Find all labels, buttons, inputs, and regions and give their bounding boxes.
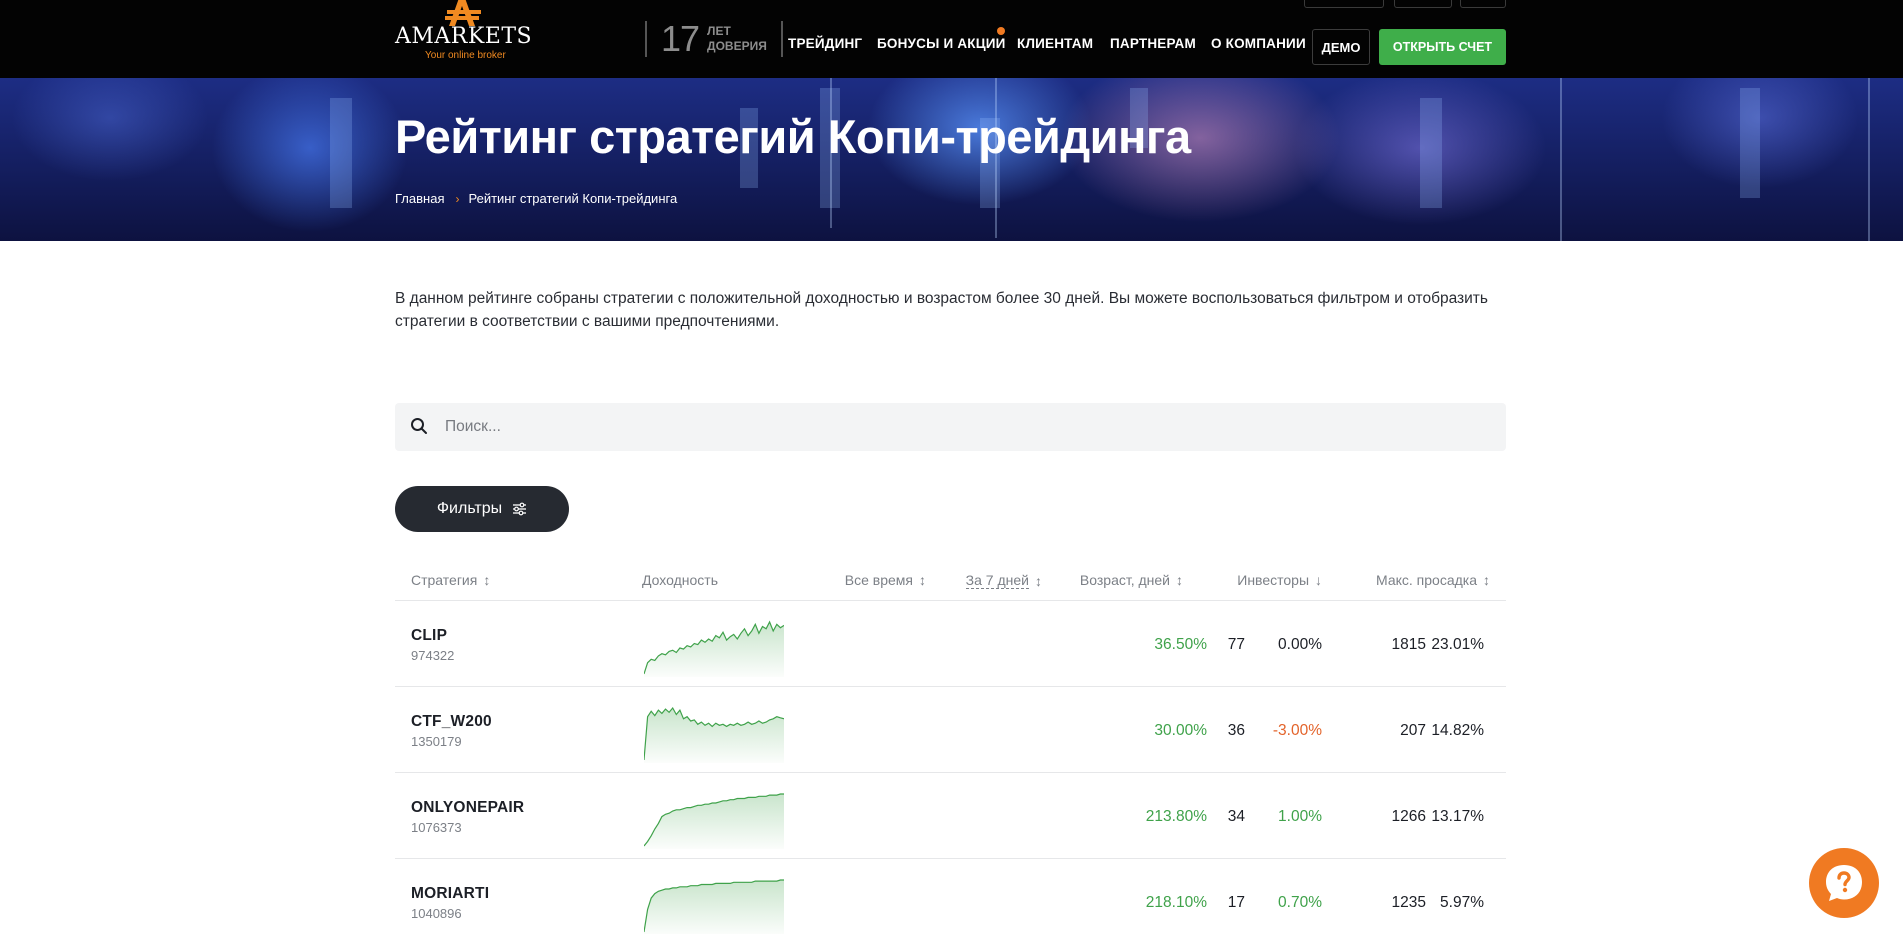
- strategy-name[interactable]: CLIP: [411, 627, 447, 645]
- header-top-control[interactable]: [1394, 0, 1452, 8]
- strategy-name[interactable]: ONLYONEPAIR: [411, 799, 524, 817]
- help-chat-button[interactable]: [1809, 848, 1879, 918]
- logo-wordmark: AMARKETS: [395, 24, 533, 49]
- investors-count: 17: [1227, 894, 1245, 911]
- header-top-control[interactable]: [1304, 0, 1384, 8]
- column-yield: Доходность: [642, 572, 718, 588]
- sliders-icon: [513, 502, 527, 516]
- column-label: Все время: [844, 572, 913, 588]
- logo-mark-icon: [445, 0, 481, 26]
- hero-decoration: [1868, 78, 1870, 241]
- investors-count: 34: [1227, 808, 1245, 825]
- breadcrumb: Главная › Рейтинг стратегий Копи-трейдин…: [395, 191, 677, 206]
- divider: [645, 21, 647, 57]
- sort-both-icon: ↕: [1035, 572, 1042, 589]
- week-return: 0.00%: [1278, 636, 1322, 653]
- column-age[interactable]: Возраст, дней ↕: [1080, 572, 1183, 588]
- column-7-days[interactable]: За 7 дней ↕: [965, 572, 1042, 589]
- yield-sparkline: [644, 706, 784, 763]
- investors-count: 36: [1227, 722, 1245, 739]
- sparkline-area: [644, 708, 784, 763]
- nav-trading[interactable]: ТРЕЙДИНГ: [788, 36, 862, 51]
- table-header: Стратегия ↕ Доходность Все время ↕ За 7 …: [395, 556, 1506, 601]
- sort-both-icon: ↕: [1483, 572, 1490, 588]
- column-strategy[interactable]: Стратегия ↕: [411, 572, 490, 588]
- investors-count: 77: [1227, 636, 1245, 653]
- header-top-control[interactable]: [1460, 0, 1506, 8]
- max-drawdown: 13.17%: [1431, 808, 1484, 825]
- years-label-line: ДОВЕРИЯ: [707, 39, 767, 53]
- strategy-id: 974322: [411, 648, 455, 663]
- filters-label: Фильтры: [436, 500, 503, 517]
- notification-dot: [997, 27, 1005, 35]
- week-return: -3.00%: [1272, 722, 1322, 739]
- years-label-line: ЛЕТ: [707, 24, 731, 38]
- max-drawdown: 5.97%: [1440, 894, 1484, 911]
- logo-tagline: Your online broker: [425, 50, 506, 61]
- years-number: 17: [661, 18, 700, 59]
- sparkline-area: [644, 794, 784, 849]
- yield-sparkline: [644, 879, 784, 934]
- search-icon: [411, 418, 427, 434]
- hero-decoration: [1740, 88, 1760, 198]
- strategy-id: 1076373: [411, 820, 462, 835]
- sort-both-icon: ↕: [483, 572, 491, 588]
- yield-sparkline: [644, 620, 784, 677]
- week-return: 0.70%: [1278, 894, 1322, 911]
- nav-clients[interactable]: КЛИЕНТАМ: [1017, 36, 1093, 51]
- strategy-name[interactable]: MORIARTI: [411, 885, 489, 903]
- column-label: Инвесторы: [1237, 572, 1309, 588]
- column-investors[interactable]: Инвесторы ↓: [1237, 572, 1322, 588]
- sparkline-area: [644, 880, 784, 934]
- sparkline-area: [644, 622, 784, 677]
- sort-both-icon: ↕: [1176, 572, 1183, 588]
- divider: [780, 21, 783, 57]
- nav-bonuses[interactable]: БОНУСЫ И АКЦИИ: [877, 36, 1006, 51]
- open-account-button[interactable]: ОТКРЫТЬ СЧЕТ: [1379, 29, 1506, 65]
- column-label: Возраст, дней: [1079, 572, 1170, 588]
- sort-desc-icon: ↓: [1315, 572, 1322, 588]
- breadcrumb-home[interactable]: Главная: [395, 191, 444, 206]
- search-input[interactable]: [445, 403, 1485, 451]
- intro-text: В данном рейтинге собраны стратегии с по…: [395, 290, 1488, 330]
- hero-banner: Рейтинг стратегий Копи-трейдинга Главная…: [0, 78, 1903, 241]
- filters-button[interactable]: Фильтры: [395, 486, 569, 532]
- column-label: Макс. просадка: [1376, 572, 1477, 588]
- nav-partners[interactable]: ПАРТНЕРАМ: [1110, 36, 1196, 51]
- amarkets-logo[interactable]: AMARKETS Your online broker: [395, 0, 535, 64]
- strategy-id: 1350179: [411, 734, 462, 749]
- table-row[interactable]: CLIP 974322 36.50% 0.00% 1815 77 23.01%: [395, 601, 1506, 687]
- yield-sparkline: [644, 793, 784, 849]
- strategy-id: 1040896: [411, 906, 462, 921]
- column-all-time[interactable]: Все время ↕: [845, 572, 926, 588]
- column-label: Доходность: [642, 572, 718, 588]
- nav-about[interactable]: О КОМПАНИИ: [1211, 36, 1306, 51]
- search-box: [395, 403, 1506, 451]
- column-label: Стратегия: [411, 572, 478, 588]
- hero-decoration: [330, 98, 352, 208]
- table-row[interactable]: ONLYONEPAIR 1076373 213.80% 1.00% 1266 34 13.1…: [395, 773, 1506, 859]
- demo-button[interactable]: ДЕМО: [1312, 29, 1370, 65]
- chevron-right-icon: ›: [455, 191, 460, 206]
- site-header: AMARKETS Your online broker 17 ЛЕТ ДОВЕР…: [0, 0, 1903, 78]
- max-drawdown: 14.82%: [1431, 722, 1484, 739]
- column-max-drawdown[interactable]: Макс. просадка ↕: [1376, 572, 1490, 588]
- table-row[interactable]: MORIARTI 1040896 218.10% 0.70% 1235 17 5.97%: [395, 859, 1506, 934]
- page-title: Рейтинг стратегий Копи-трейдинга: [395, 110, 1191, 163]
- hero-decoration: [1560, 78, 1562, 241]
- hero-decoration: [1420, 98, 1442, 208]
- week-return: 1.00%: [1278, 808, 1322, 825]
- years-label: ЛЕТ ДОВЕРИЯ: [707, 24, 767, 54]
- strategy-name[interactable]: CTF_W200: [411, 713, 492, 731]
- years-of-trust: 17 ЛЕТ ДОВЕРИЯ: [645, 20, 783, 58]
- chat-help-icon: [1826, 865, 1862, 901]
- breadcrumb-current: Рейтинг стратегий Копи-трейдинга: [468, 191, 678, 206]
- table-row[interactable]: CTF_W200 1350179 30.00% -3.00% 207 36 14.82%: [395, 687, 1506, 773]
- max-drawdown: 23.01%: [1431, 636, 1484, 653]
- sort-both-icon: ↕: [919, 572, 926, 588]
- column-label: За 7 дней: [965, 572, 1029, 589]
